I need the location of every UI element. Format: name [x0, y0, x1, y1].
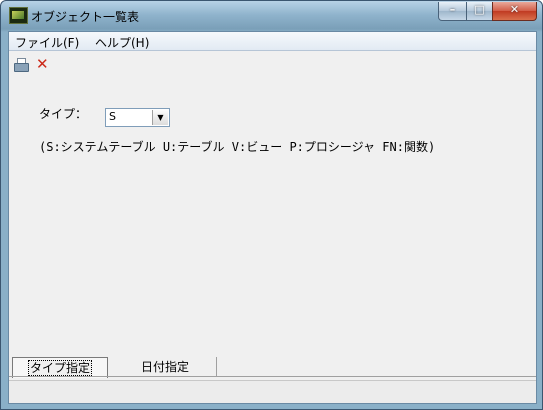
type-label: タイプ： — [39, 107, 88, 121]
window-title: オブジェクト一覧表 — [31, 10, 140, 24]
tab-date-label: 日付指定 — [140, 360, 189, 374]
title-bar[interactable]: オブジェクト一覧表 – □ ✕ — [1, 1, 542, 31]
tab-strip: タイプ指定 日付指定 — [9, 355, 536, 378]
minimize-button[interactable]: – — [438, 2, 467, 21]
close-window-button[interactable]: ✕ — [492, 2, 537, 21]
client-area: ファイル(F) ヘルプ(H) ✕ タイプ： S ▼ (S:システムテーブル U:… — [8, 31, 537, 404]
maximize-icon: □ — [474, 3, 485, 16]
tab-divider — [9, 376, 536, 377]
tab-type-label: タイプ指定 — [27, 360, 92, 376]
menu-file[interactable]: ファイル(F) — [15, 34, 79, 51]
chevron-down-icon[interactable]: ▼ — [152, 110, 168, 125]
maximize-button[interactable]: □ — [466, 2, 493, 21]
type-select[interactable]: S ▼ — [105, 108, 170, 127]
tab-type[interactable]: タイプ指定 — [12, 357, 108, 378]
app-window: オブジェクト一覧表 – □ ✕ ファイル(F) ヘルプ(H) ✕ タイプ： S … — [0, 0, 543, 410]
close-icon: ✕ — [509, 3, 520, 16]
type-select-value: S — [109, 110, 116, 123]
minimize-icon: – — [449, 3, 456, 16]
status-bar — [9, 380, 536, 403]
printer-icon[interactable] — [13, 58, 29, 72]
close-icon[interactable]: ✕ — [36, 57, 52, 72]
menu-bar: ファイル(F) ヘルプ(H) — [9, 32, 536, 51]
app-icon — [9, 7, 28, 24]
tab-date[interactable]: 日付指定 — [114, 357, 217, 377]
menu-help[interactable]: ヘルプ(H) — [95, 34, 149, 51]
type-description: (S:システムテーブル U:テーブル V:ビュー P:プロシージャ FN:関数) — [39, 140, 436, 154]
